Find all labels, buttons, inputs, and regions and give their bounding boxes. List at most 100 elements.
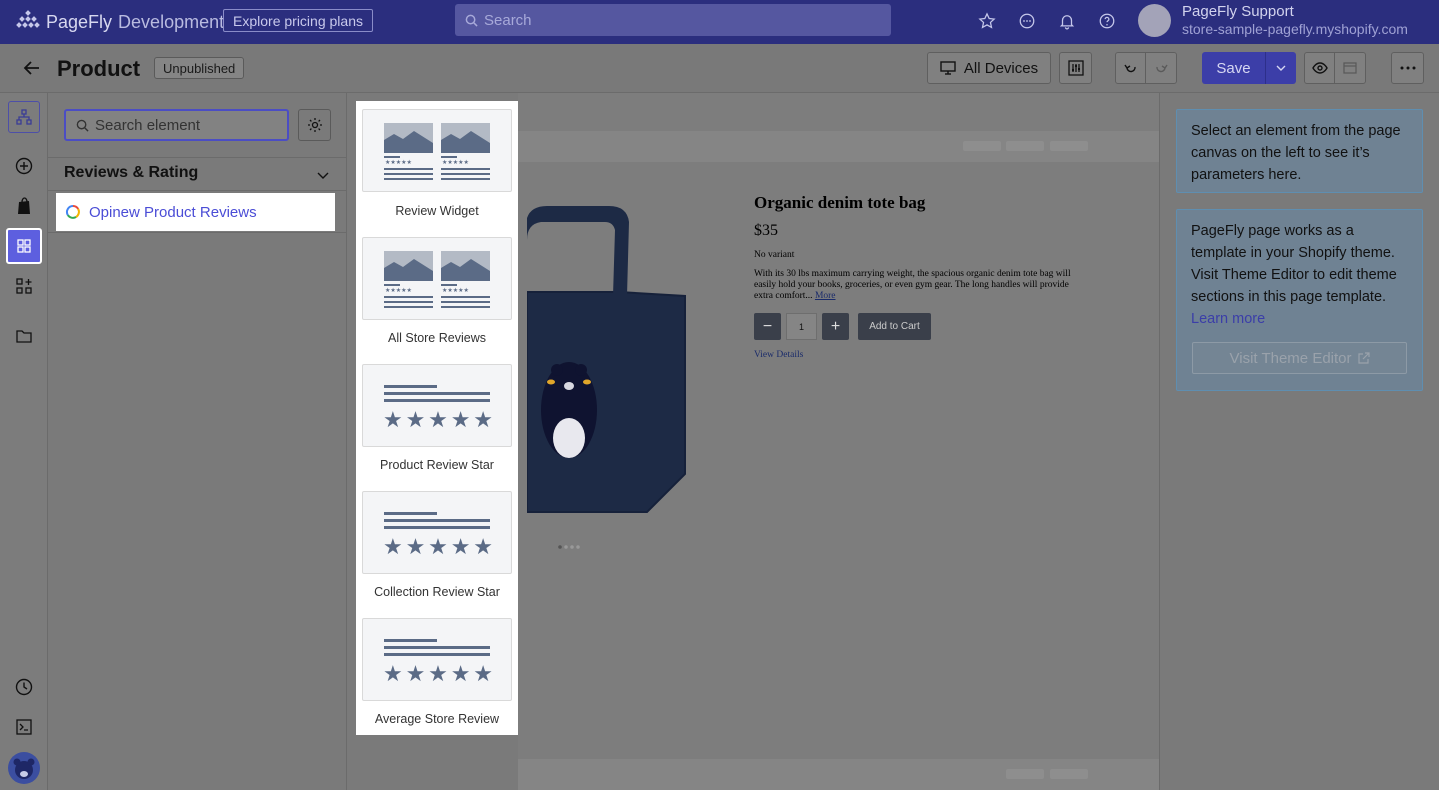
apps-icon[interactable] [8, 270, 40, 302]
product-title: Organic denim tote bag [754, 193, 926, 212]
svg-text:★★★★★: ★★★★★ [385, 287, 412, 294]
save-label: Save [1216, 59, 1251, 77]
svg-text:★★★★★: ★★★★★ [442, 287, 469, 294]
back-arrow-icon[interactable] [22, 58, 42, 83]
visit-theme-editor-label: Visit Theme Editor [1229, 349, 1352, 367]
all-devices-button[interactable]: All Devices [927, 52, 1051, 84]
layers-icon[interactable] [8, 101, 40, 133]
collection-review-star-label: Collection Review Star [374, 585, 500, 599]
tote-bag-image[interactable] [526, 200, 687, 515]
review-star-icon: ★★★★★ [383, 385, 493, 433]
help-icon[interactable] [1096, 10, 1118, 32]
svg-text:★★★★★: ★★★★★ [383, 662, 493, 687]
all-store-reviews-label: All Store Reviews [388, 331, 486, 345]
review-widget-icon: ★★★★★ ★★★★★ [384, 123, 490, 180]
history-icon[interactable] [8, 671, 40, 703]
product-variant: No variant [754, 250, 795, 260]
status-badge: Unpublished [154, 57, 245, 79]
review-widget-icon: ★★★★★ ★★★★★ [384, 251, 490, 308]
average-store-review-card[interactable]: ★★★★★ [362, 618, 512, 701]
user-avatar[interactable] [1138, 4, 1171, 37]
devices-label: All Devices [963, 59, 1039, 77]
svg-text:★★★★★: ★★★★★ [383, 408, 493, 433]
bell-icon[interactable] [1056, 10, 1078, 32]
more-options-button[interactable] [1391, 52, 1424, 84]
explore-pricing-button[interactable]: Explore pricing plans [223, 9, 373, 32]
profile-avatar[interactable] [8, 752, 40, 784]
ellipsis-icon [1400, 66, 1415, 70]
product-description: With its 30 lbs maximum carrying weight,… [754, 269, 1084, 302]
gear-icon [307, 118, 322, 132]
publish-icon[interactable] [1335, 53, 1365, 83]
visit-theme-editor-button[interactable]: Visit Theme Editor [1192, 342, 1407, 374]
user-store: store-sample-pagefly.myshopify.com [1182, 21, 1408, 37]
top-bar: PageFly Development Explore pricing plan… [0, 0, 1439, 44]
opinew-logo-icon [66, 204, 80, 219]
pagefly-logo[interactable]: PageFly Development [16, 10, 224, 34]
product-price: $35 [754, 222, 778, 239]
image-carousel-dots[interactable] [557, 537, 583, 555]
review-star-icon: ★★★★★ [383, 639, 493, 687]
search-icon [76, 119, 89, 132]
more-link[interactable]: More [815, 291, 836, 301]
element-settings-button[interactable] [298, 109, 331, 141]
add-to-cart-button[interactable]: Add to Cart [858, 313, 931, 340]
add-element-icon[interactable] [8, 150, 40, 182]
redo-icon[interactable] [1146, 53, 1176, 83]
star-icon[interactable] [976, 10, 998, 32]
terminal-icon[interactable] [8, 711, 40, 743]
shopify-icon[interactable] [8, 190, 40, 222]
quantity-plus-button[interactable]: + [822, 313, 849, 340]
quantity-minus-button[interactable]: − [754, 313, 781, 340]
svg-text:★★★★★: ★★★★★ [385, 159, 412, 166]
page-title: Product [57, 56, 141, 81]
monitor-icon [940, 61, 956, 75]
inspector-panel [1159, 93, 1439, 790]
select-element-hint: Select an element from the page canvas o… [1176, 109, 1423, 193]
undo-redo-group [1115, 52, 1177, 84]
product-review-star-card[interactable]: ★★★★★ [362, 364, 512, 447]
chat-icon[interactable] [1016, 10, 1038, 32]
search-element-placeholder: Search element [95, 116, 201, 134]
svg-text:★★★★★: ★★★★★ [383, 535, 493, 560]
chevron-down-icon[interactable] [1265, 52, 1296, 84]
all-store-reviews-card[interactable]: ★★★★★ ★★★★★ [362, 237, 512, 320]
collection-review-star-card[interactable]: ★★★★★ [362, 491, 512, 574]
review-widget-card[interactable]: ★★★★★ ★★★★★ [362, 109, 512, 192]
average-store-review-label: Average Store Review [374, 712, 500, 726]
description-text: With its 30 lbs maximum carrying weight,… [754, 269, 1071, 301]
review-widget-label: Review Widget [395, 204, 479, 218]
undo-icon[interactable] [1116, 53, 1147, 83]
external-link-icon [1357, 352, 1370, 364]
environment-name: Development [118, 11, 225, 32]
global-search-input[interactable]: Search [455, 4, 891, 36]
search-icon [465, 14, 478, 27]
canvas-footer-strip [518, 759, 1159, 790]
pagefly-logo-icon [16, 10, 40, 28]
search-element-input[interactable]: Search element [64, 109, 289, 141]
review-star-icon: ★★★★★ [383, 512, 493, 560]
brand-name: PageFly [46, 11, 113, 32]
elements-grid-icon[interactable] [6, 228, 42, 264]
sliders-icon [1067, 60, 1084, 76]
save-button[interactable]: Save [1202, 52, 1296, 84]
preview-group [1304, 52, 1366, 84]
product-review-star-label: Product Review Star [380, 458, 494, 472]
settings-sliders-button[interactable] [1059, 52, 1092, 84]
opinew-label: Opinew Product Reviews [89, 203, 257, 221]
search-placeholder: Search [484, 11, 532, 29]
user-info[interactable]: PageFly Support store-sample-pagefly.mys… [1182, 3, 1408, 38]
template-info-text: PageFly page works as a template in your… [1191, 223, 1397, 305]
eye-icon[interactable] [1305, 53, 1336, 83]
panel-divider [48, 232, 347, 233]
svg-text:★★★★★: ★★★★★ [442, 159, 469, 166]
quantity-input[interactable]: 1 [786, 313, 817, 340]
view-details-link[interactable]: View Details [754, 350, 803, 360]
opinew-product-reviews-item[interactable]: Opinew Product Reviews [56, 193, 335, 231]
user-name: PageFly Support [1182, 3, 1294, 20]
section-title: Reviews & Rating [64, 164, 199, 181]
folder-icon[interactable] [8, 320, 40, 352]
canvas-header-strip [518, 131, 1159, 162]
chevron-down-icon[interactable] [317, 167, 329, 185]
learn-more-link[interactable]: Learn more [1191, 311, 1265, 327]
